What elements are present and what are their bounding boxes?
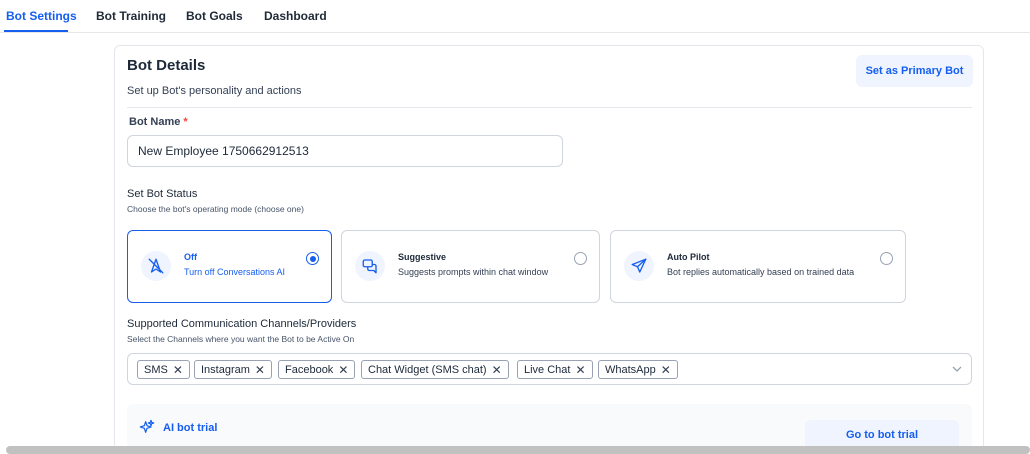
- bot-status-hint: Choose the bot's operating mode (choose …: [127, 204, 304, 214]
- chip-label: Chat Widget (SMS chat): [368, 363, 487, 376]
- chevron-down-icon[interactable]: [951, 363, 963, 375]
- radio-suggestive[interactable]: [574, 252, 587, 265]
- chip-remove-icon[interactable]: ✕: [338, 364, 348, 376]
- chat-bubbles-icon: [355, 251, 385, 281]
- sparkles-icon: [139, 419, 155, 433]
- chip-label: SMS: [144, 363, 168, 376]
- chip-remove-icon[interactable]: ✕: [173, 364, 183, 376]
- ai-bot-trial-label: AI bot trial: [163, 422, 218, 434]
- channels-hint: Select the Channels where you want the B…: [127, 334, 355, 344]
- chip-chat-widget: Chat Widget (SMS chat) ✕: [361, 360, 509, 379]
- mode-name-suggestive: Suggestive: [398, 252, 447, 262]
- channels-multiselect[interactable]: SMS ✕ Instagram ✕ Facebook ✕ Chat Widget (S…: [127, 353, 972, 385]
- mode-card-off[interactable]: Off Turn off Conversations AI: [127, 230, 332, 303]
- card-title: Bot Details: [127, 57, 206, 74]
- chip-label: Live Chat: [524, 363, 571, 376]
- settings-tabs: Bot Settings Bot Training Bot Goals Dash…: [0, 0, 1030, 33]
- chip-remove-icon[interactable]: ✕: [492, 364, 502, 376]
- chip-instagram: Instagram ✕: [194, 360, 272, 379]
- tab-bot-goals[interactable]: Bot Goals: [186, 9, 243, 23]
- mode-card-suggestive[interactable]: Suggestive Suggests prompts within chat …: [341, 230, 600, 303]
- bot-name-input[interactable]: [127, 135, 563, 167]
- chip-label: Facebook: [285, 363, 334, 376]
- mode-name-off: Off: [184, 252, 197, 262]
- required-mark: *: [183, 116, 188, 128]
- chip-live-chat: Live Chat ✕: [517, 360, 593, 379]
- channels-title: Supported Communication Channels/Provide…: [127, 318, 357, 330]
- radio-auto-pilot[interactable]: [880, 252, 893, 265]
- tab-bot-settings[interactable]: Bot Settings: [6, 9, 77, 23]
- chip-sms: SMS ✕: [137, 360, 190, 379]
- set-primary-bot-button[interactable]: Set as Primary Bot: [856, 55, 973, 87]
- tab-dashboard[interactable]: Dashboard: [264, 9, 327, 23]
- radio-off[interactable]: [306, 252, 319, 265]
- mode-desc-off: Turn off Conversations AI: [184, 267, 286, 277]
- bot-status-title: Set Bot Status: [127, 188, 198, 200]
- chip-facebook: Facebook ✕: [278, 360, 356, 379]
- card-divider: [127, 107, 972, 108]
- chip-remove-icon[interactable]: ✕: [255, 364, 265, 376]
- bot-details-card: Bot Details Set up Bot's personality and…: [114, 45, 984, 454]
- tab-bot-training[interactable]: Bot Training: [96, 9, 166, 23]
- mode-desc-auto-pilot: Bot replies automatically based on train…: [667, 267, 855, 277]
- mode-name-auto-pilot: Auto Pilot: [667, 252, 710, 262]
- horizontal-scrollbar[interactable]: [6, 446, 1030, 454]
- mode-card-auto-pilot[interactable]: Auto Pilot Bot replies automatically bas…: [610, 230, 906, 303]
- bot-off-icon: [141, 251, 171, 281]
- chip-whatsapp: WhatsApp ✕: [598, 360, 678, 379]
- send-icon: [624, 251, 654, 281]
- chip-label: Instagram: [201, 363, 250, 376]
- active-tab-indicator: [4, 30, 68, 32]
- bot-name-label: Bot Name *: [129, 116, 188, 128]
- chip-label: WhatsApp: [605, 363, 656, 376]
- card-subtitle: Set up Bot's personality and actions: [127, 85, 302, 97]
- bot-name-label-text: Bot Name: [129, 116, 181, 128]
- chip-remove-icon[interactable]: ✕: [661, 364, 671, 376]
- mode-desc-suggestive: Suggests prompts within chat window: [398, 267, 549, 277]
- chip-remove-icon[interactable]: ✕: [575, 364, 585, 376]
